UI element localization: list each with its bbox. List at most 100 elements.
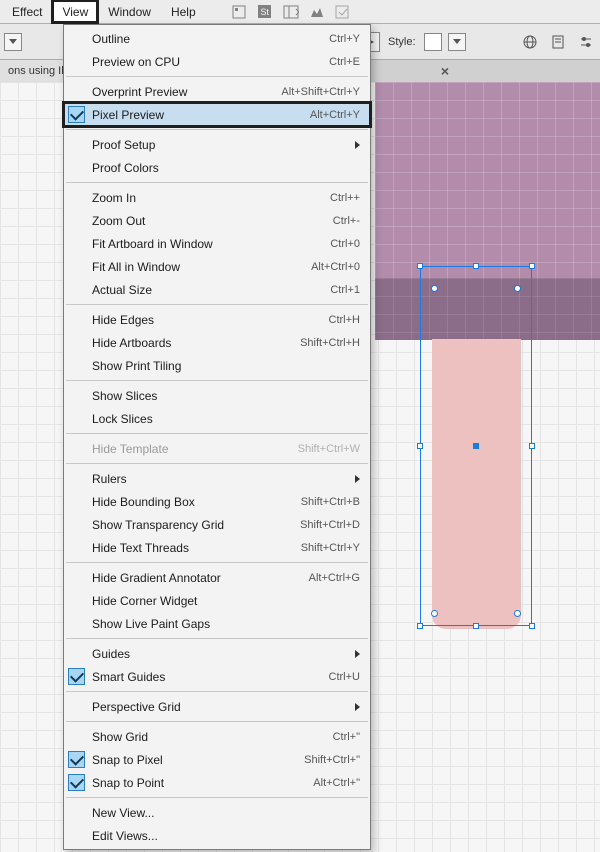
corner-node[interactable] [431,285,438,292]
menu-item-perspective-grid[interactable]: Perspective Grid [64,695,370,718]
menu-shortcut: Shift+Ctrl+H [300,337,360,349]
menu-item-fit-artboard-in-window[interactable]: Fit Artboard in WindowCtrl+0 [64,232,370,255]
menu-shortcut: Ctrl++ [330,192,360,204]
gpu-icon[interactable] [304,0,330,24]
menu-item-hide-edges[interactable]: Hide EdgesCtrl+H [64,308,370,331]
menu-view[interactable]: View [52,0,98,23]
view-menu-dropdown: OutlineCtrl+YPreview on CPUCtrl+E Overpri… [63,24,371,850]
menu-separator [66,380,368,381]
document-setup-icon[interactable] [548,32,568,52]
menu-item-label: Zoom Out [92,214,333,228]
menu-item-show-transparency-grid[interactable]: Show Transparency GridShift+Ctrl+D [64,513,370,536]
menu-window[interactable]: Window [98,0,161,23]
svg-text:St: St [261,7,270,17]
menu-item-rulers[interactable]: Rulers [64,467,370,490]
submenu-arrow-icon [355,650,360,658]
arrange-icon[interactable] [278,0,304,24]
menu-item-label: Proof Setup [92,138,347,152]
menu-item-show-slices[interactable]: Show Slices [64,384,370,407]
menu-item-zoom-in[interactable]: Zoom InCtrl++ [64,186,370,209]
menu-separator [66,182,368,183]
menu-item-snap-to-pixel[interactable]: Snap to PixelShift+Ctrl+" [64,748,370,771]
menu-item-hide-gradient-annotator[interactable]: Hide Gradient AnnotatorAlt+Ctrl+G [64,566,370,589]
menu-item-overprint-preview[interactable]: Overprint PreviewAlt+Shift+Ctrl+Y [64,80,370,103]
layout-icon[interactable] [226,0,252,24]
menu-shortcut: Alt+Shift+Ctrl+Y [281,86,360,98]
toolbar-icons: St [226,0,356,23]
menu-item-fit-all-in-window[interactable]: Fit All in WindowAlt+Ctrl+0 [64,255,370,278]
menu-item-proof-setup[interactable]: Proof Setup [64,133,370,156]
menu-item-label: Fit Artboard in Window [92,237,330,251]
corner-node[interactable] [514,610,521,617]
corner-node[interactable] [514,285,521,292]
menu-help[interactable]: Help [161,0,206,23]
menu-separator [66,638,368,639]
menu-item-label: Actual Size [92,283,330,297]
handle-bl[interactable] [417,623,423,629]
menu-item-hide-bounding-box[interactable]: Hide Bounding BoxShift+Ctrl+B [64,490,370,513]
menu-item-label: Show Transparency Grid [92,518,300,532]
menu-item-edit-views[interactable]: Edit Views... [64,824,370,847]
style-label: Style: [386,36,418,48]
menu-item-lock-slices[interactable]: Lock Slices [64,407,370,430]
menu-shortcut: Ctrl+E [329,56,360,68]
handle-tr[interactable] [529,263,535,269]
globe-icon[interactable] [520,32,540,52]
menu-item-pixel-preview[interactable]: Pixel PreviewAlt+Ctrl+Y [64,103,370,126]
menu-separator [66,129,368,130]
menu-item-smart-guides[interactable]: Smart GuidesCtrl+U [64,665,370,688]
handle-bm[interactable] [473,623,479,629]
menu-item-label: Guides [92,647,347,661]
menu-separator [66,76,368,77]
handle-tl[interactable] [417,263,423,269]
menu-item-show-grid[interactable]: Show GridCtrl+" [64,725,370,748]
menu-shortcut: Alt+Ctrl+" [313,777,360,789]
stock-icon[interactable]: St [252,0,278,24]
menu-item-proof-colors[interactable]: Proof Colors [64,156,370,179]
handle-ml[interactable] [417,443,423,449]
menu-item-actual-size[interactable]: Actual SizeCtrl+1 [64,278,370,301]
menu-shortcut: Alt+Ctrl+0 [311,261,360,273]
menu-item-label: Proof Colors [92,161,360,175]
menu-item-label: Hide Bounding Box [92,495,301,509]
handle-mr[interactable] [529,443,535,449]
check-icon [68,774,85,791]
menu-item-show-print-tiling[interactable]: Show Print Tiling [64,354,370,377]
menu-item-show-live-paint-gaps[interactable]: Show Live Paint Gaps [64,612,370,635]
menu-item-label: Perspective Grid [92,700,347,714]
handle-tm[interactable] [473,263,479,269]
menu-item-preview-on-cpu[interactable]: Preview on CPUCtrl+E [64,50,370,73]
corner-node[interactable] [431,610,438,617]
selection-box[interactable] [420,266,532,626]
style-swatch[interactable] [424,33,442,51]
menu-item-guides[interactable]: Guides [64,642,370,665]
stroke-profile-dropdown[interactable] [4,33,22,51]
touch-icon[interactable] [330,0,356,24]
menu-item-new-view[interactable]: New View... [64,801,370,824]
menu-effect[interactable]: Effect [2,0,52,23]
menu-item-hide-artboards[interactable]: Hide ArtboardsShift+Ctrl+H [64,331,370,354]
handle-br[interactable] [529,623,535,629]
menu-item-outline[interactable]: OutlineCtrl+Y [64,27,370,50]
menu-shortcut: Shift+Ctrl+B [301,496,360,508]
menu-item-label: Lock Slices [92,412,360,426]
menu-item-label: Pixel Preview [92,108,310,122]
menu-item-label: Snap to Point [92,776,313,790]
menu-shortcut: Ctrl+Y [329,33,360,45]
menu-item-snap-to-point[interactable]: Snap to PointAlt+Ctrl+" [64,771,370,794]
style-dropdown[interactable] [448,33,466,51]
submenu-arrow-icon [355,703,360,711]
check-icon [68,751,85,768]
menu-item-zoom-out[interactable]: Zoom OutCtrl+- [64,209,370,232]
center-point[interactable] [473,443,479,449]
menu-shortcut: Ctrl+" [333,731,360,743]
menu-shortcut: Ctrl+0 [330,238,360,250]
menu-item-label: Hide Gradient Annotator [92,571,309,585]
menu-shortcut: Ctrl+- [333,215,360,227]
menu-item-label: Show Grid [92,730,333,744]
menu-item-hide-corner-widget[interactable]: Hide Corner Widget [64,589,370,612]
preferences-icon[interactable] [576,32,596,52]
menu-item-label: Show Live Paint Gaps [92,617,360,631]
menu-item-hide-text-threads[interactable]: Hide Text ThreadsShift+Ctrl+Y [64,536,370,559]
menu-separator [66,562,368,563]
